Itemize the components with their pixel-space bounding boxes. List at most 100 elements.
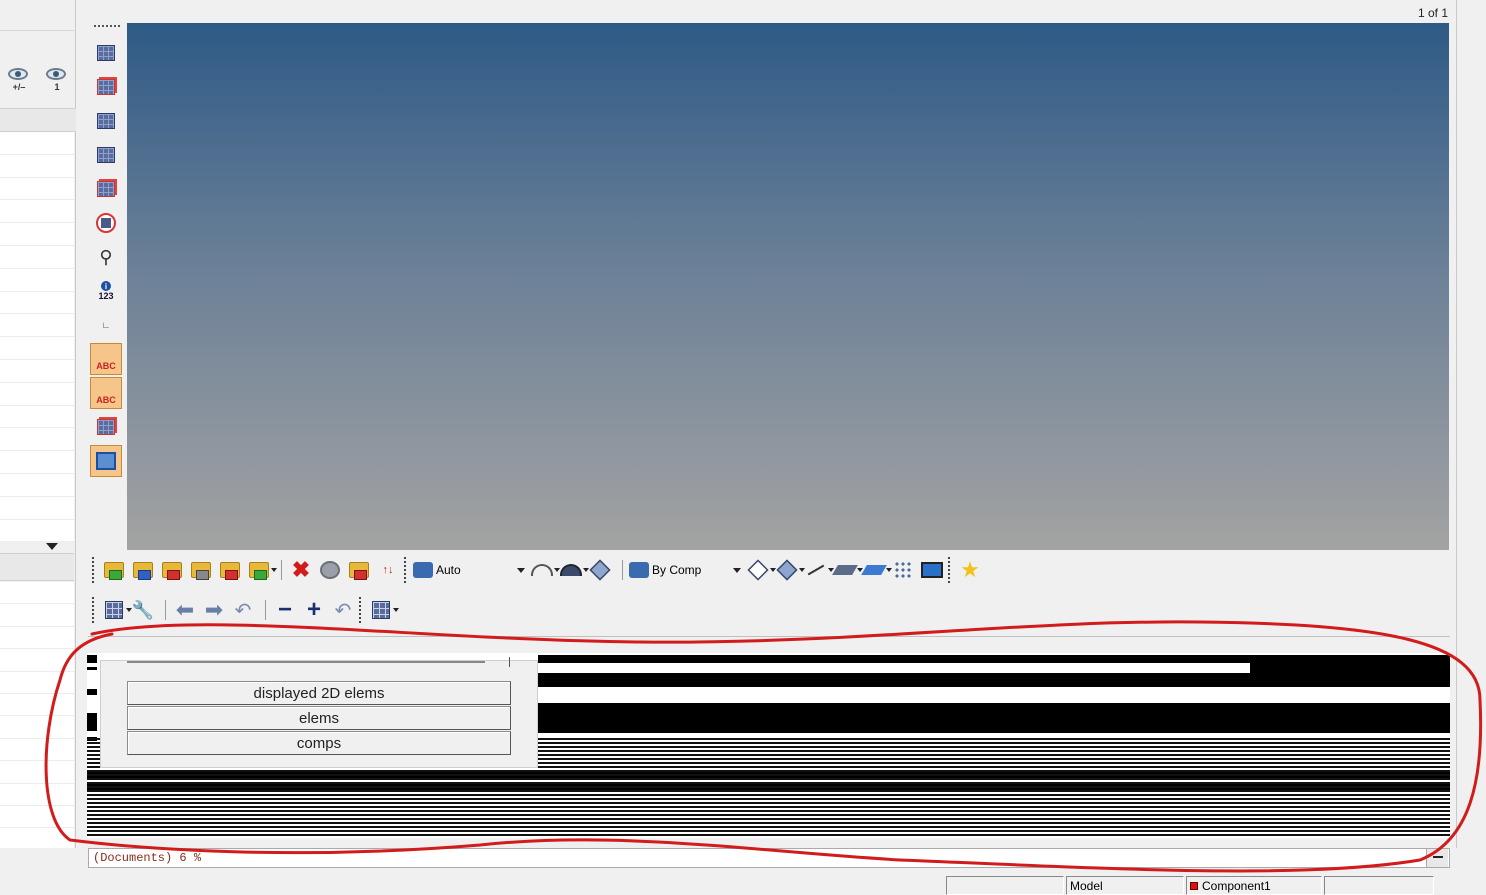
list-item[interactable]	[0, 627, 74, 650]
toolbar-grip[interactable]	[92, 557, 95, 583]
open-session-button[interactable]	[159, 557, 185, 583]
wireframe-button[interactable]	[745, 557, 776, 583]
entity-type-dropdown: displayed 2D elems elems comps	[100, 657, 538, 768]
favorites-button[interactable]: ★	[957, 557, 983, 583]
list-item[interactable]	[0, 474, 74, 497]
reverse-button[interactable]	[90, 173, 122, 205]
status-bar: Model Component1	[0, 872, 1486, 895]
shaded-elements-button[interactable]	[774, 557, 805, 583]
transform-button[interactable]	[90, 411, 122, 443]
command-spinner[interactable]	[1426, 849, 1448, 867]
zoom-in-button[interactable]: +	[301, 597, 327, 623]
list-item[interactable]	[0, 337, 74, 360]
box-select-button[interactable]	[90, 445, 122, 477]
list-item[interactable]	[0, 200, 74, 224]
menu-item-comps[interactable]: comps	[127, 731, 511, 755]
list-item[interactable]	[0, 406, 74, 429]
list-item[interactable]	[0, 178, 74, 201]
graphics-viewport[interactable]	[127, 23, 1449, 550]
layout-button[interactable]	[101, 597, 132, 623]
export-button[interactable]	[217, 557, 243, 583]
show-all-button[interactable]	[90, 139, 122, 171]
next-button[interactable]: ➡	[201, 597, 227, 623]
collectors-button[interactable]	[317, 557, 343, 583]
list-item[interactable]	[0, 223, 74, 246]
command-input[interactable]: (Documents) 6 %	[88, 848, 1450, 868]
folder-geometry-icon	[191, 562, 211, 580]
entity-labels-button[interactable]: ABC	[90, 343, 122, 375]
list-item[interactable]	[0, 784, 74, 806]
menu-item-elems[interactable]: elems	[127, 706, 511, 730]
browser-tree-list[interactable]	[0, 132, 74, 543]
undo-button[interactable]: ↶	[230, 597, 256, 623]
dropdown-tick	[509, 657, 510, 667]
list-item[interactable]	[0, 582, 74, 605]
chevron-down-icon[interactable]	[46, 543, 58, 550]
shaded-surface-button[interactable]	[558, 557, 589, 583]
mesh-options-button[interactable]	[368, 597, 399, 623]
list-item[interactable]	[0, 672, 74, 694]
redo-button[interactable]: ↶	[330, 597, 356, 623]
list-item[interactable]	[0, 269, 74, 292]
menu-item-displayed-2d-elems[interactable]: displayed 2D elems	[127, 681, 511, 705]
list-item[interactable]	[0, 604, 74, 627]
element-color-combo[interactable]: By Comp	[629, 559, 741, 581]
mesh-display-button[interactable]	[90, 37, 122, 69]
toolbar-grip[interactable]	[94, 25, 120, 35]
import-geometry-button[interactable]	[188, 557, 214, 583]
list-item[interactable]	[0, 806, 74, 829]
model-browser-panel: +/– 1	[0, 0, 76, 848]
scale-button[interactable]: ∟	[90, 309, 122, 341]
1d-display-button[interactable]	[803, 557, 834, 583]
list-item[interactable]	[0, 761, 74, 784]
list-item[interactable]	[0, 246, 74, 269]
list-item[interactable]	[0, 739, 74, 762]
import-script-button[interactable]	[346, 557, 372, 583]
toolbar-grip[interactable]	[359, 597, 362, 623]
list-item[interactable]	[0, 383, 74, 406]
mask-button[interactable]	[90, 71, 122, 103]
list-item[interactable]	[0, 428, 74, 452]
list-item[interactable]	[0, 649, 74, 672]
load-labels-button[interactable]: ABC	[90, 377, 122, 409]
delete-button[interactable]: ✖	[288, 557, 314, 583]
geometry-color-combo[interactable]: Auto	[413, 559, 525, 581]
list-item[interactable]	[0, 520, 74, 543]
solid-display-button[interactable]	[587, 557, 613, 583]
list-item[interactable]	[0, 360, 74, 383]
renumber-button[interactable]: ↑↓	[375, 557, 401, 583]
list-item[interactable]	[0, 155, 74, 178]
zoom-out-button[interactable]: −	[272, 597, 298, 623]
isolate-button[interactable]	[90, 207, 122, 239]
info-button[interactable]: i 123	[90, 275, 122, 307]
export-menu-button[interactable]	[246, 557, 277, 583]
list-item[interactable]	[0, 292, 74, 315]
previous-button[interactable]: ⬅	[172, 597, 198, 623]
toolbar-grip[interactable]	[404, 557, 407, 583]
surface-edges-button[interactable]	[529, 557, 560, 583]
show-toggle-button[interactable]: +/–	[8, 68, 30, 98]
glitch-bar	[87, 713, 97, 731]
isolate-toggle-button[interactable]: 1	[46, 68, 68, 98]
status-model[interactable]: Model	[1066, 876, 1184, 895]
2d-display-button[interactable]	[832, 557, 863, 583]
list-item[interactable]	[0, 716, 74, 739]
list-item[interactable]	[0, 314, 74, 338]
3d-display-button[interactable]	[861, 557, 892, 583]
status-component[interactable]: Component1	[1186, 876, 1322, 895]
import-button[interactable]	[130, 557, 156, 583]
shrink-button[interactable]	[890, 557, 916, 583]
entity-editor-list[interactable]	[0, 582, 74, 848]
list-item[interactable]	[0, 497, 74, 520]
open-model-button[interactable]	[101, 557, 127, 583]
list-item[interactable]	[0, 451, 74, 474]
find-button[interactable]: ⚲	[90, 241, 122, 273]
unmask-button[interactable]	[90, 105, 122, 137]
toolbar-grip[interactable]	[92, 597, 95, 623]
undo-icon: ↶	[234, 599, 252, 622]
tools-button[interactable]: 🔧	[130, 597, 156, 623]
list-item[interactable]	[0, 132, 74, 155]
toolbar-grip[interactable]	[948, 557, 951, 583]
list-item[interactable]	[0, 694, 74, 717]
display-options-button[interactable]	[919, 557, 945, 583]
